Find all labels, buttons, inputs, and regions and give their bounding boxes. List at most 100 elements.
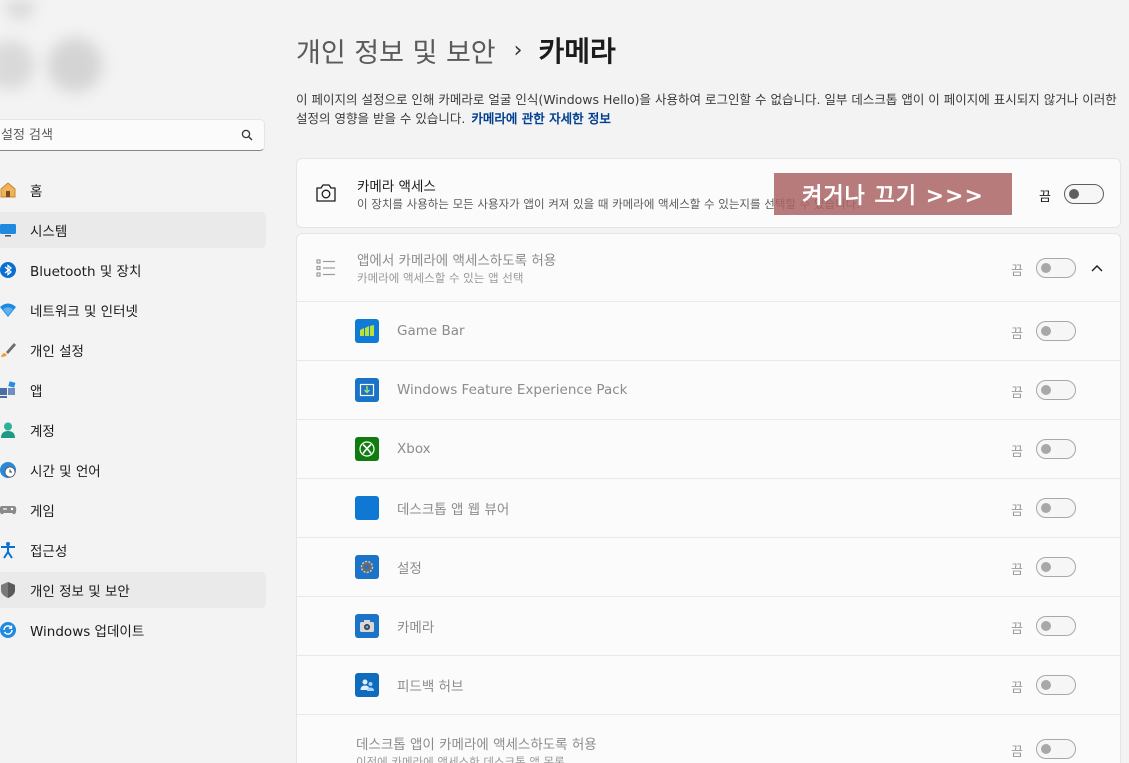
app-row-web-viewer: 데스크톱 앱 웹 뷰어 끔 <box>297 479 1120 538</box>
sidebar-item-windows-update[interactable]: Windows 업데이트 <box>0 612 266 648</box>
globe-clock-icon <box>0 460 18 480</box>
desktop-access-title: 데스크톱 앱이 카메라에 액세스하도록 허용 <box>356 737 597 753</box>
update-icon <box>0 620 18 640</box>
app-name: Xbox <box>397 441 431 457</box>
breadcrumb: 개인 정보 및 보안 › 카메라 <box>296 30 616 70</box>
app-access-card: 앱에서 카메라에 액세스하도록 허용 카메라에 액세스할 수 있는 앱 선택 끔… <box>296 233 1121 763</box>
app-access-subtitle: 카메라에 액세스할 수 있는 앱 선택 <box>357 271 524 285</box>
app-toggle-game-bar[interactable] <box>1036 321 1076 341</box>
search-box[interactable] <box>0 119 265 151</box>
sidebar-item-label: Bluetooth 및 장치 <box>30 264 142 280</box>
app-row-feedback-hub: 피드백 허브 끔 <box>297 656 1120 715</box>
sidebar-item-label: 게임 <box>30 504 55 520</box>
nav-list: 홈 시스템 Bluetooth 및 장치 네트워크 및 인터넷 개인 설정 앱 … <box>0 172 266 652</box>
feedback-hub-icon <box>355 673 379 697</box>
page-title: 카메라 <box>538 35 616 68</box>
sidebar-item-network[interactable]: 네트워크 및 인터넷 <box>0 292 266 328</box>
system-icon <box>0 220 18 240</box>
search-icon[interactable] <box>240 128 254 142</box>
bluetooth-icon <box>0 260 18 280</box>
sidebar-item-accessibility[interactable]: 접근성 <box>0 532 266 568</box>
app-row-xbox: Xbox 끔 <box>297 420 1120 479</box>
description-text: 이 페이지의 설정으로 인해 카메라로 얼굴 인식(Windows Hello)… <box>296 92 1117 126</box>
home-icon <box>0 180 18 200</box>
sidebar-item-apps[interactable]: 앱 <box>0 372 266 408</box>
sidebar-item-privacy-security[interactable]: 개인 정보 및 보안 <box>0 572 266 608</box>
app-toggle-feedback-hub[interactable] <box>1036 675 1076 695</box>
app-name: 데스크톱 앱 웹 뷰어 <box>397 502 510 518</box>
app-name: Windows Feature Experience Pack <box>397 382 628 398</box>
camera-access-toggle[interactable] <box>1064 184 1104 204</box>
main-content: 개인 정보 및 보안 › 카메라 이 페이지의 설정으로 인해 카메라로 얼굴 … <box>296 0 1121 763</box>
app-state: 끔 <box>1011 445 1023 460</box>
app-access-header[interactable]: 앱에서 카메라에 액세스하도록 허용 카메라에 액세스할 수 있는 앱 선택 끔 <box>297 234 1120 302</box>
accessibility-icon <box>0 540 18 560</box>
app-name: 피드백 허브 <box>397 679 464 695</box>
shield-icon <box>0 580 18 600</box>
sidebar-item-label: 개인 설정 <box>30 344 84 360</box>
brush-icon <box>0 340 18 360</box>
app-row-settings: 설정 끔 <box>297 538 1120 597</box>
sidebar-item-label: 계정 <box>30 424 55 440</box>
sidebar-item-label: 접근성 <box>30 544 68 560</box>
app-name: 카메라 <box>397 620 435 636</box>
app-state: 끔 <box>1011 386 1023 401</box>
apps-icon <box>0 380 18 400</box>
app-name: Game Bar <box>397 323 465 339</box>
app-state: 끔 <box>1011 681 1023 696</box>
sidebar-item-system[interactable]: 시스템 <box>0 212 266 248</box>
breadcrumb-separator: › <box>513 37 523 63</box>
camera-access-state: 끔 <box>1039 190 1051 205</box>
app-state: 끔 <box>1011 504 1023 519</box>
sidebar-item-label: 개인 정보 및 보안 <box>30 584 130 600</box>
avatar[interactable] <box>0 0 130 110</box>
sidebar-item-bluetooth[interactable]: Bluetooth 및 장치 <box>0 252 266 288</box>
sidebar-item-label: 시스템 <box>30 224 68 240</box>
search-input[interactable] <box>1 127 240 143</box>
sidebar-item-label: 시간 및 언어 <box>30 464 101 480</box>
account-icon <box>0 420 18 440</box>
camera-icon <box>315 182 337 204</box>
breadcrumb-parent[interactable]: 개인 정보 및 보안 <box>296 31 496 70</box>
page-description: 이 페이지의 설정으로 인해 카메라로 얼굴 인식(Windows Hello)… <box>296 90 1121 128</box>
sidebar-item-gaming[interactable]: 게임 <box>0 492 266 528</box>
sidebar-item-home[interactable]: 홈 <box>0 172 266 208</box>
camera-info-link[interactable]: 카메라에 관한 자세한 정보 <box>471 111 611 126</box>
feature-pack-icon <box>355 378 379 402</box>
game-bar-icon <box>355 319 379 343</box>
desktop-access-subtitle: 이전에 카메라에 액세스한 데스크톱 앱 목록 <box>356 755 565 763</box>
desktop-access-row: 데스크톱 앱이 카메라에 액세스하도록 허용 이전에 카메라에 액세스한 데스크… <box>297 715 1120 763</box>
app-toggle-feature-pack[interactable] <box>1036 380 1076 400</box>
camera-app-icon <box>355 614 379 638</box>
app-row-camera: 카메라 끔 <box>297 597 1120 656</box>
gamepad-icon <box>0 500 18 520</box>
list-icon <box>315 257 337 279</box>
app-name: 설정 <box>397 561 422 577</box>
app-toggle-camera[interactable] <box>1036 616 1076 636</box>
sidebar-item-accounts[interactable]: 계정 <box>0 412 266 448</box>
app-toggle-settings[interactable] <box>1036 557 1076 577</box>
desktop-access-toggle[interactable] <box>1036 739 1076 759</box>
overlay-annotation: 켜거나 끄기 >>> <box>774 173 1012 215</box>
settings-gear-icon <box>355 555 379 579</box>
sidebar-item-label: 네트워크 및 인터넷 <box>30 304 138 320</box>
web-viewer-icon <box>355 496 379 520</box>
sidebar-item-label: 홈 <box>30 184 43 200</box>
app-state: 끔 <box>1011 563 1023 578</box>
app-access-text: 앱에서 카메라에 액세스하도록 허용 카메라에 액세스할 수 있는 앱 선택 <box>357 249 556 286</box>
wifi-icon <box>0 300 18 320</box>
sidebar-item-label: 앱 <box>30 384 43 400</box>
app-toggle-web-viewer[interactable] <box>1036 498 1076 518</box>
app-state: 끔 <box>1011 622 1023 637</box>
app-toggle-xbox[interactable] <box>1036 439 1076 459</box>
app-state: 끔 <box>1011 327 1023 342</box>
chevron-up-icon[interactable] <box>1087 258 1107 278</box>
sidebar-item-label: Windows 업데이트 <box>30 624 145 640</box>
app-access-title: 앱에서 카메라에 액세스하도록 허용 <box>357 253 557 269</box>
sidebar-item-time-language[interactable]: 시간 및 언어 <box>0 452 266 488</box>
app-access-toggle[interactable] <box>1036 258 1076 278</box>
app-row-feature-pack: Windows Feature Experience Pack 끔 <box>297 361 1120 420</box>
xbox-icon <box>355 437 379 461</box>
app-row-game-bar: Game Bar 끔 <box>297 302 1120 361</box>
sidebar-item-personalization[interactable]: 개인 설정 <box>0 332 266 368</box>
